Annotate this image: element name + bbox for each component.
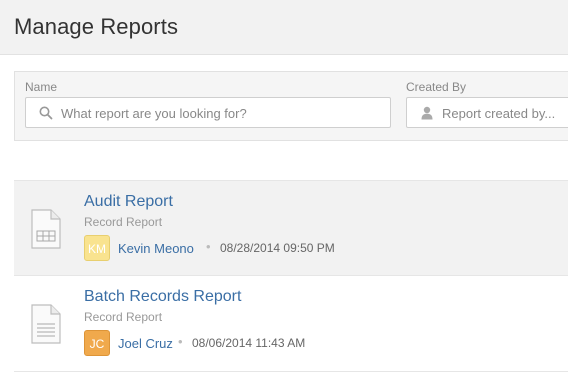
report-name-placeholder: What report are you looking for? bbox=[61, 106, 247, 121]
name-filter-label: Name bbox=[25, 80, 58, 94]
report-name-search-input[interactable]: What report are you looking for? bbox=[25, 97, 391, 128]
report-type: Record Report bbox=[84, 310, 163, 324]
separator-dot: • bbox=[178, 334, 183, 349]
report-date: 08/28/2014 09:50 PM bbox=[220, 241, 335, 255]
created-by-input[interactable]: Report created by... bbox=[406, 97, 568, 128]
avatar: KM bbox=[84, 235, 110, 261]
report-title-link[interactable]: Audit Report bbox=[84, 193, 173, 211]
author-link[interactable]: Joel Cruz bbox=[118, 336, 173, 351]
table-document-icon bbox=[30, 209, 62, 254]
avatar: JC bbox=[84, 330, 110, 356]
filter-panel: Name What report are you looking for? Cr… bbox=[14, 71, 568, 141]
report-type: Record Report bbox=[84, 215, 163, 229]
user-icon bbox=[421, 106, 433, 123]
report-row[interactable]: Batch Records Report Record Report JC Jo… bbox=[14, 276, 568, 372]
search-icon bbox=[39, 106, 53, 123]
report-date: 08/06/2014 11:43 AM bbox=[192, 336, 306, 350]
report-row[interactable]: Audit Report Record Report KM Kevin Meon… bbox=[14, 180, 568, 276]
text-document-icon bbox=[30, 304, 62, 349]
author-link[interactable]: Kevin Meono bbox=[118, 241, 194, 256]
page-header: Manage Reports bbox=[0, 0, 568, 55]
report-title-link[interactable]: Batch Records Report bbox=[84, 288, 241, 306]
created-by-placeholder: Report created by... bbox=[442, 106, 556, 121]
created-by-filter-label: Created By bbox=[406, 80, 467, 94]
separator-dot: • bbox=[206, 239, 211, 254]
page-title: Manage Reports bbox=[14, 14, 179, 39]
